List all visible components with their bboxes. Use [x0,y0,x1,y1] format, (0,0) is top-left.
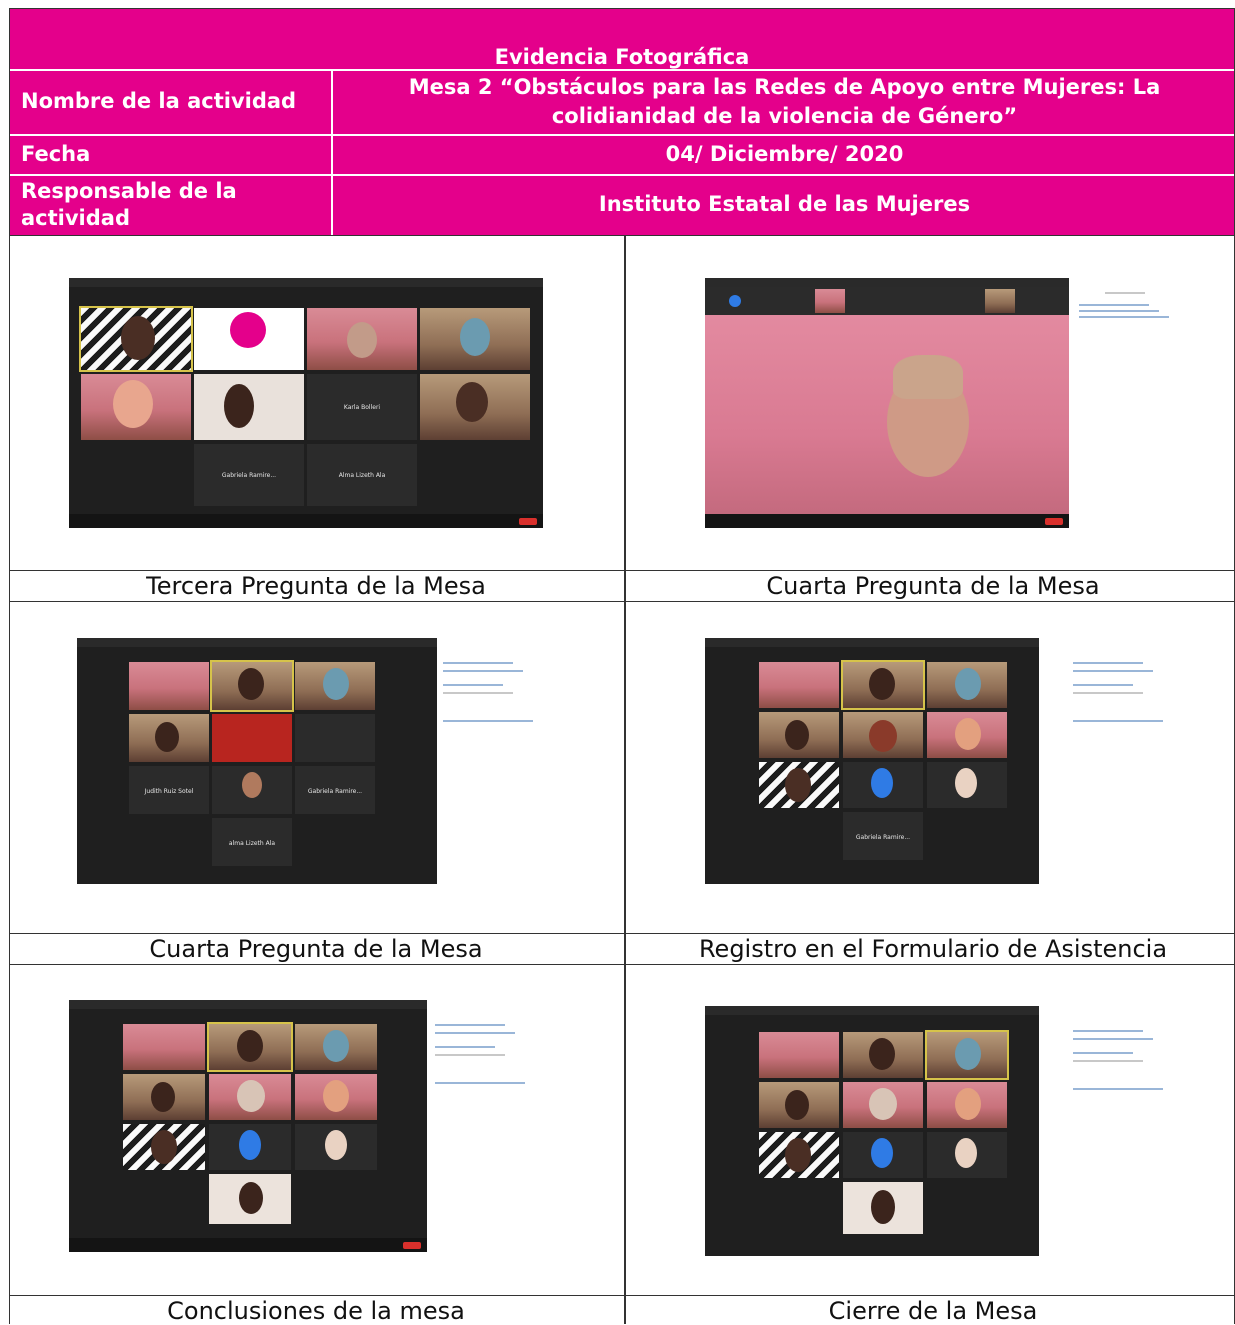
participant-name: Alma Lizeth Ala [338,471,386,479]
participant-name: Gabriela Ramire... [855,833,911,841]
label-activity-name: Nombre de la actividad [10,69,333,134]
participant-name: Gabriela Ramire... [221,471,277,479]
header-title-row: Evidencia Fotográfica [9,8,1235,70]
row-activity-name: Nombre de la actividad Mesa 2 “Obstáculo… [9,69,1235,135]
caption-photo-1: Tercera Pregunta de la Mesa [146,572,486,600]
grid-line [9,570,1235,571]
caption-photo-4: Registro en el Formulario de Asistencia [698,935,1168,963]
photo-1-zoom-screenshot: Karla Bolleri Gabriela Ramire... Alma Li… [67,270,545,532]
caption-photo-3: Cuarta Pregunta de la Mesa [149,935,483,963]
participant-name: Judith Ruiz Sotel [144,787,194,795]
photo-2-zoom-screenshot [703,270,1191,532]
label-responsible: Responsable de la actividad [10,174,333,235]
caption-photo-6: Cierre de la Mesa [828,1297,1038,1325]
photo-3-zoom-screenshot: Judith Ruiz Sotel Gabriela Ramire... alm… [75,632,557,888]
grid-line [9,1295,1235,1296]
grid-line [9,964,1235,965]
grid-divider-vertical [624,235,626,1324]
photo-5-zoom-screenshot [67,992,549,1258]
participant-name: Karla Bolleri [343,403,381,411]
participant-name: Gabriela Ramire... [307,787,363,795]
grid-line [9,601,1235,602]
label-date: Fecha [10,134,333,174]
evidence-sheet: Evidencia Fotográfica Nombre de la activ… [9,8,1235,1325]
value-activity-name: Mesa 2 “Obstáculos para las Redes de Apo… [408,74,1161,128]
participant-name: alma Lizeth Ala [228,839,276,847]
row-responsible: Responsable de la actividad Instituto Es… [9,174,1235,236]
value-responsible: Instituto Estatal de las Mujeres [598,192,971,216]
header-title: Evidencia Fotográfica [494,45,750,69]
caption-photo-5: Conclusiones de la mesa [167,1297,465,1325]
grid-line [9,933,1235,934]
row-date: Fecha 04/ Diciembre/ 2020 [9,134,1235,175]
photo-6-zoom-screenshot [703,998,1191,1260]
value-date: 04/ Diciembre/ 2020 [665,141,904,166]
caption-photo-2: Cuarta Pregunta de la Mesa [766,572,1100,600]
photo-4-zoom-screenshot: Gabriela Ramire... [703,632,1191,888]
